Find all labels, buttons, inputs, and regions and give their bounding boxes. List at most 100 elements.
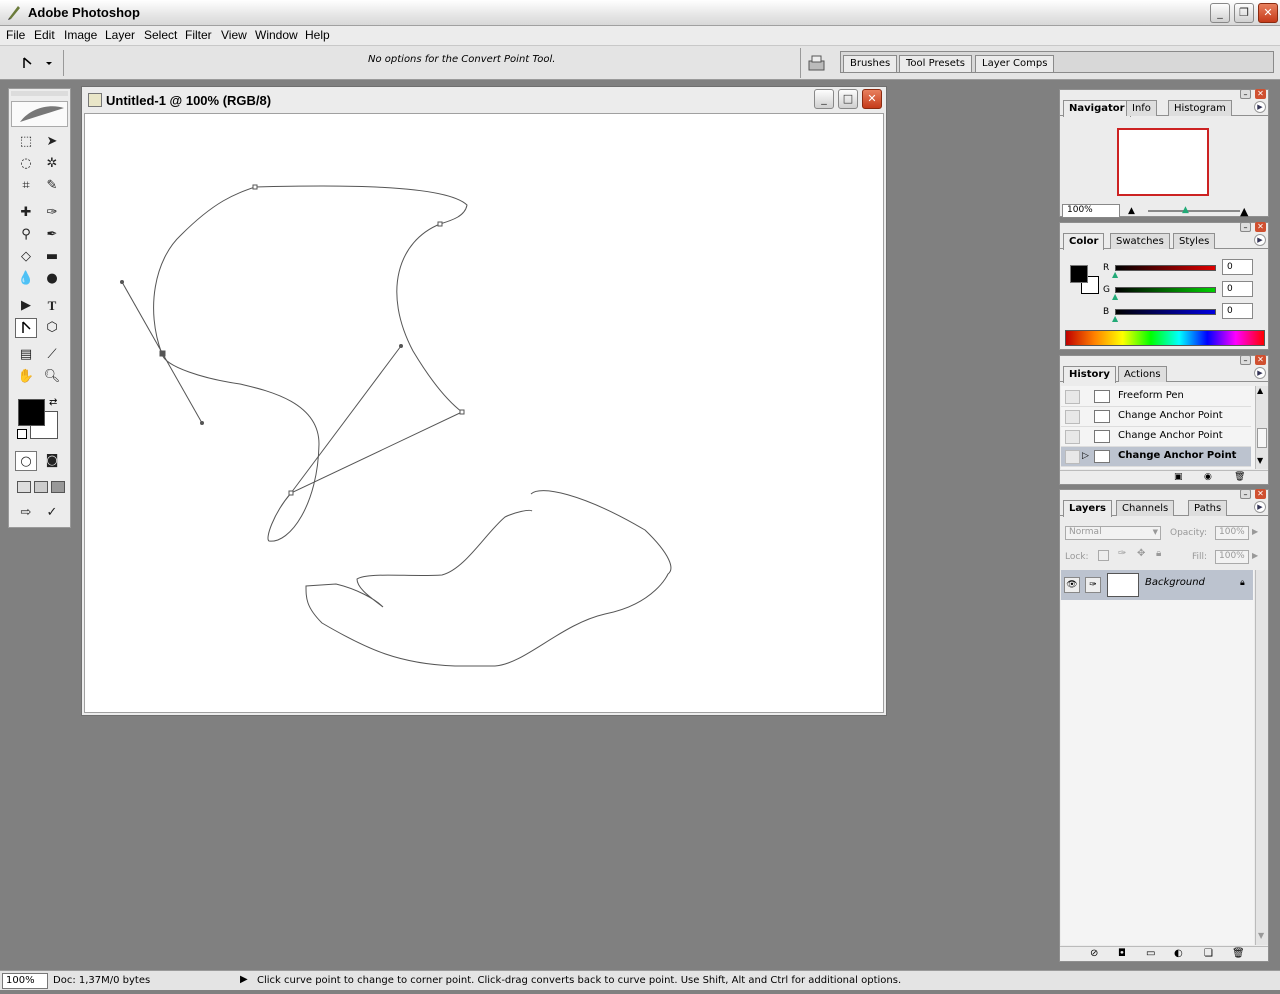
- notes-tool-icon[interactable]: ▤: [15, 345, 37, 365]
- move-tool-icon[interactable]: ➤: [41, 132, 63, 152]
- scroll-thumb[interactable]: [1257, 428, 1267, 448]
- tab-navigator[interactable]: Navigator: [1063, 100, 1131, 117]
- panel-minimize-icon[interactable]: –: [1240, 222, 1251, 232]
- lock-position-icon[interactable]: ✥: [1137, 548, 1145, 559]
- menu-help[interactable]: Help: [305, 28, 330, 42]
- navigator-zoom-slider[interactable]: [1148, 210, 1240, 212]
- default-colors-icon[interactable]: [17, 429, 27, 439]
- channel-r-value[interactable]: 0: [1222, 259, 1253, 275]
- tab-paths[interactable]: Paths: [1188, 500, 1228, 516]
- convert-point-tool-icon[interactable]: [15, 318, 37, 338]
- history-scrollbar[interactable]: ▲ ▼: [1255, 386, 1268, 469]
- layer-mask-icon[interactable]: ◘: [1118, 948, 1126, 959]
- menu-layer[interactable]: Layer: [105, 28, 135, 42]
- quick-mask-mode-icon[interactable]: ◙: [41, 451, 63, 471]
- channel-g-thumb[interactable]: ▲: [1112, 292, 1118, 301]
- delete-state-icon[interactable]: 🗑︎: [1234, 472, 1245, 482]
- menu-window[interactable]: Window: [255, 28, 298, 42]
- lasso-tool-icon[interactable]: ◌: [15, 154, 37, 174]
- tool-preset-picker[interactable]: [18, 54, 58, 72]
- scroll-down-icon[interactable]: ▼: [1257, 456, 1263, 465]
- tab-actions[interactable]: Actions: [1118, 366, 1167, 382]
- eraser-tool-icon[interactable]: ◇: [15, 247, 37, 267]
- brush-tool-icon[interactable]: ✑: [41, 203, 63, 223]
- close-button[interactable]: ✕: [1258, 3, 1278, 23]
- zoom-out-icon[interactable]: ▲: [1128, 206, 1135, 216]
- hand-tool-icon[interactable]: ✋: [15, 367, 37, 387]
- document-minimize-button[interactable]: _: [814, 89, 834, 109]
- well-tab-layer-comps[interactable]: Layer Comps: [975, 55, 1055, 72]
- history-item[interactable]: Change Anchor Point: [1061, 427, 1251, 447]
- new-snapshot-icon[interactable]: ◉: [1204, 472, 1212, 482]
- blend-mode-select[interactable]: Normal ▼: [1065, 526, 1161, 540]
- crop-tool-icon[interactable]: ⌗: [15, 176, 37, 196]
- tab-color[interactable]: Color: [1063, 233, 1105, 250]
- panel-close-icon[interactable]: ✕: [1255, 489, 1266, 499]
- panel-close-icon[interactable]: ✕: [1255, 355, 1266, 365]
- history-source-box[interactable]: [1065, 410, 1080, 424]
- slice-tool-icon[interactable]: ✎: [41, 176, 63, 196]
- well-tab-tool-presets[interactable]: Tool Presets: [899, 55, 972, 72]
- scroll-up-icon[interactable]: ▲: [1257, 386, 1263, 395]
- history-source-box[interactable]: [1065, 450, 1080, 464]
- eyedropper-tool-icon[interactable]: ⟋: [41, 345, 63, 365]
- channel-b-thumb[interactable]: ▲: [1112, 314, 1118, 323]
- panel-close-icon[interactable]: ✕: [1255, 89, 1266, 99]
- panel-menu-icon[interactable]: ▶: [1254, 367, 1266, 379]
- jump-to-imageready-icon[interactable]: ⇨: [15, 503, 37, 523]
- panel-minimize-icon[interactable]: –: [1240, 355, 1251, 365]
- color-foreground-swatch[interactable]: [1070, 265, 1088, 283]
- healing-brush-tool-icon[interactable]: ✚: [15, 203, 37, 223]
- status-zoom-field[interactable]: 100%: [2, 973, 48, 989]
- zoom-slider-thumb[interactable]: ▲: [1182, 205, 1189, 215]
- type-tool-icon[interactable]: T: [41, 296, 63, 316]
- history-item[interactable]: Freeform Pen: [1061, 387, 1251, 407]
- menu-edit[interactable]: Edit: [34, 28, 55, 42]
- opacity-field[interactable]: 100%: [1215, 526, 1249, 540]
- status-menu-arrow-icon[interactable]: ▶: [240, 974, 248, 985]
- history-item[interactable]: Change Anchor Point: [1061, 407, 1251, 427]
- navigator-thumbnail[interactable]: [1117, 128, 1209, 196]
- swap-colors-icon[interactable]: ⇄: [49, 397, 57, 408]
- marquee-tool-icon[interactable]: ⬚: [15, 132, 37, 152]
- screen-mode-standard-icon[interactable]: [17, 481, 31, 493]
- canvas[interactable]: [84, 113, 884, 713]
- lock-pixels-icon[interactable]: ✑: [1118, 548, 1126, 559]
- history-source-box[interactable]: [1065, 390, 1080, 404]
- color-spectrum-ramp[interactable]: [1065, 330, 1265, 346]
- screen-mode-full-icon[interactable]: [51, 481, 65, 493]
- history-brush-tool-icon[interactable]: ✒: [41, 225, 63, 245]
- zoom-tool-icon[interactable]: 🔍︎: [41, 367, 63, 387]
- menu-select[interactable]: Select: [144, 28, 177, 42]
- channel-g-value[interactable]: 0: [1222, 281, 1253, 297]
- standard-mode-icon[interactable]: ○: [15, 451, 37, 471]
- eye-icon[interactable]: 👁︎: [1064, 577, 1080, 593]
- well-tab-brushes[interactable]: Brushes: [843, 55, 898, 72]
- path-selection-tool-icon[interactable]: ▶: [15, 296, 37, 316]
- history-source-box[interactable]: [1065, 430, 1080, 444]
- menu-file[interactable]: File: [6, 28, 25, 42]
- new-layer-icon[interactable]: ❏: [1204, 948, 1213, 959]
- clone-stamp-tool-icon[interactable]: ⚲: [15, 225, 37, 245]
- delete-layer-icon[interactable]: 🗑︎: [1232, 948, 1245, 959]
- blur-tool-icon[interactable]: 💧: [15, 269, 37, 289]
- document-close-button[interactable]: ✕: [862, 89, 882, 109]
- channel-r-slider[interactable]: [1115, 265, 1216, 271]
- new-document-from-state-icon[interactable]: ▣: [1174, 472, 1183, 482]
- new-group-icon[interactable]: ▭: [1146, 948, 1155, 959]
- layer-row-background[interactable]: 👁︎ ✑ Background 🔒︎: [1061, 570, 1253, 600]
- menu-filter[interactable]: Filter: [185, 28, 212, 42]
- fill-flyout-icon[interactable]: ▶: [1252, 551, 1258, 560]
- tab-styles[interactable]: Styles: [1173, 233, 1216, 249]
- adobe-online-logo[interactable]: [11, 101, 68, 127]
- tab-history[interactable]: History: [1063, 366, 1116, 383]
- panel-menu-icon[interactable]: ▶: [1254, 101, 1266, 113]
- restore-button[interactable]: ❐: [1234, 3, 1254, 23]
- scroll-down-icon[interactable]: ▼: [1258, 931, 1264, 940]
- channel-b-slider[interactable]: [1115, 309, 1216, 315]
- menu-view[interactable]: View: [221, 28, 247, 42]
- tab-channels[interactable]: Channels: [1116, 500, 1175, 516]
- imageready-icon[interactable]: ✓: [41, 503, 63, 523]
- menu-image[interactable]: Image: [64, 28, 97, 42]
- navigator-zoom-field[interactable]: 100%: [1062, 204, 1120, 218]
